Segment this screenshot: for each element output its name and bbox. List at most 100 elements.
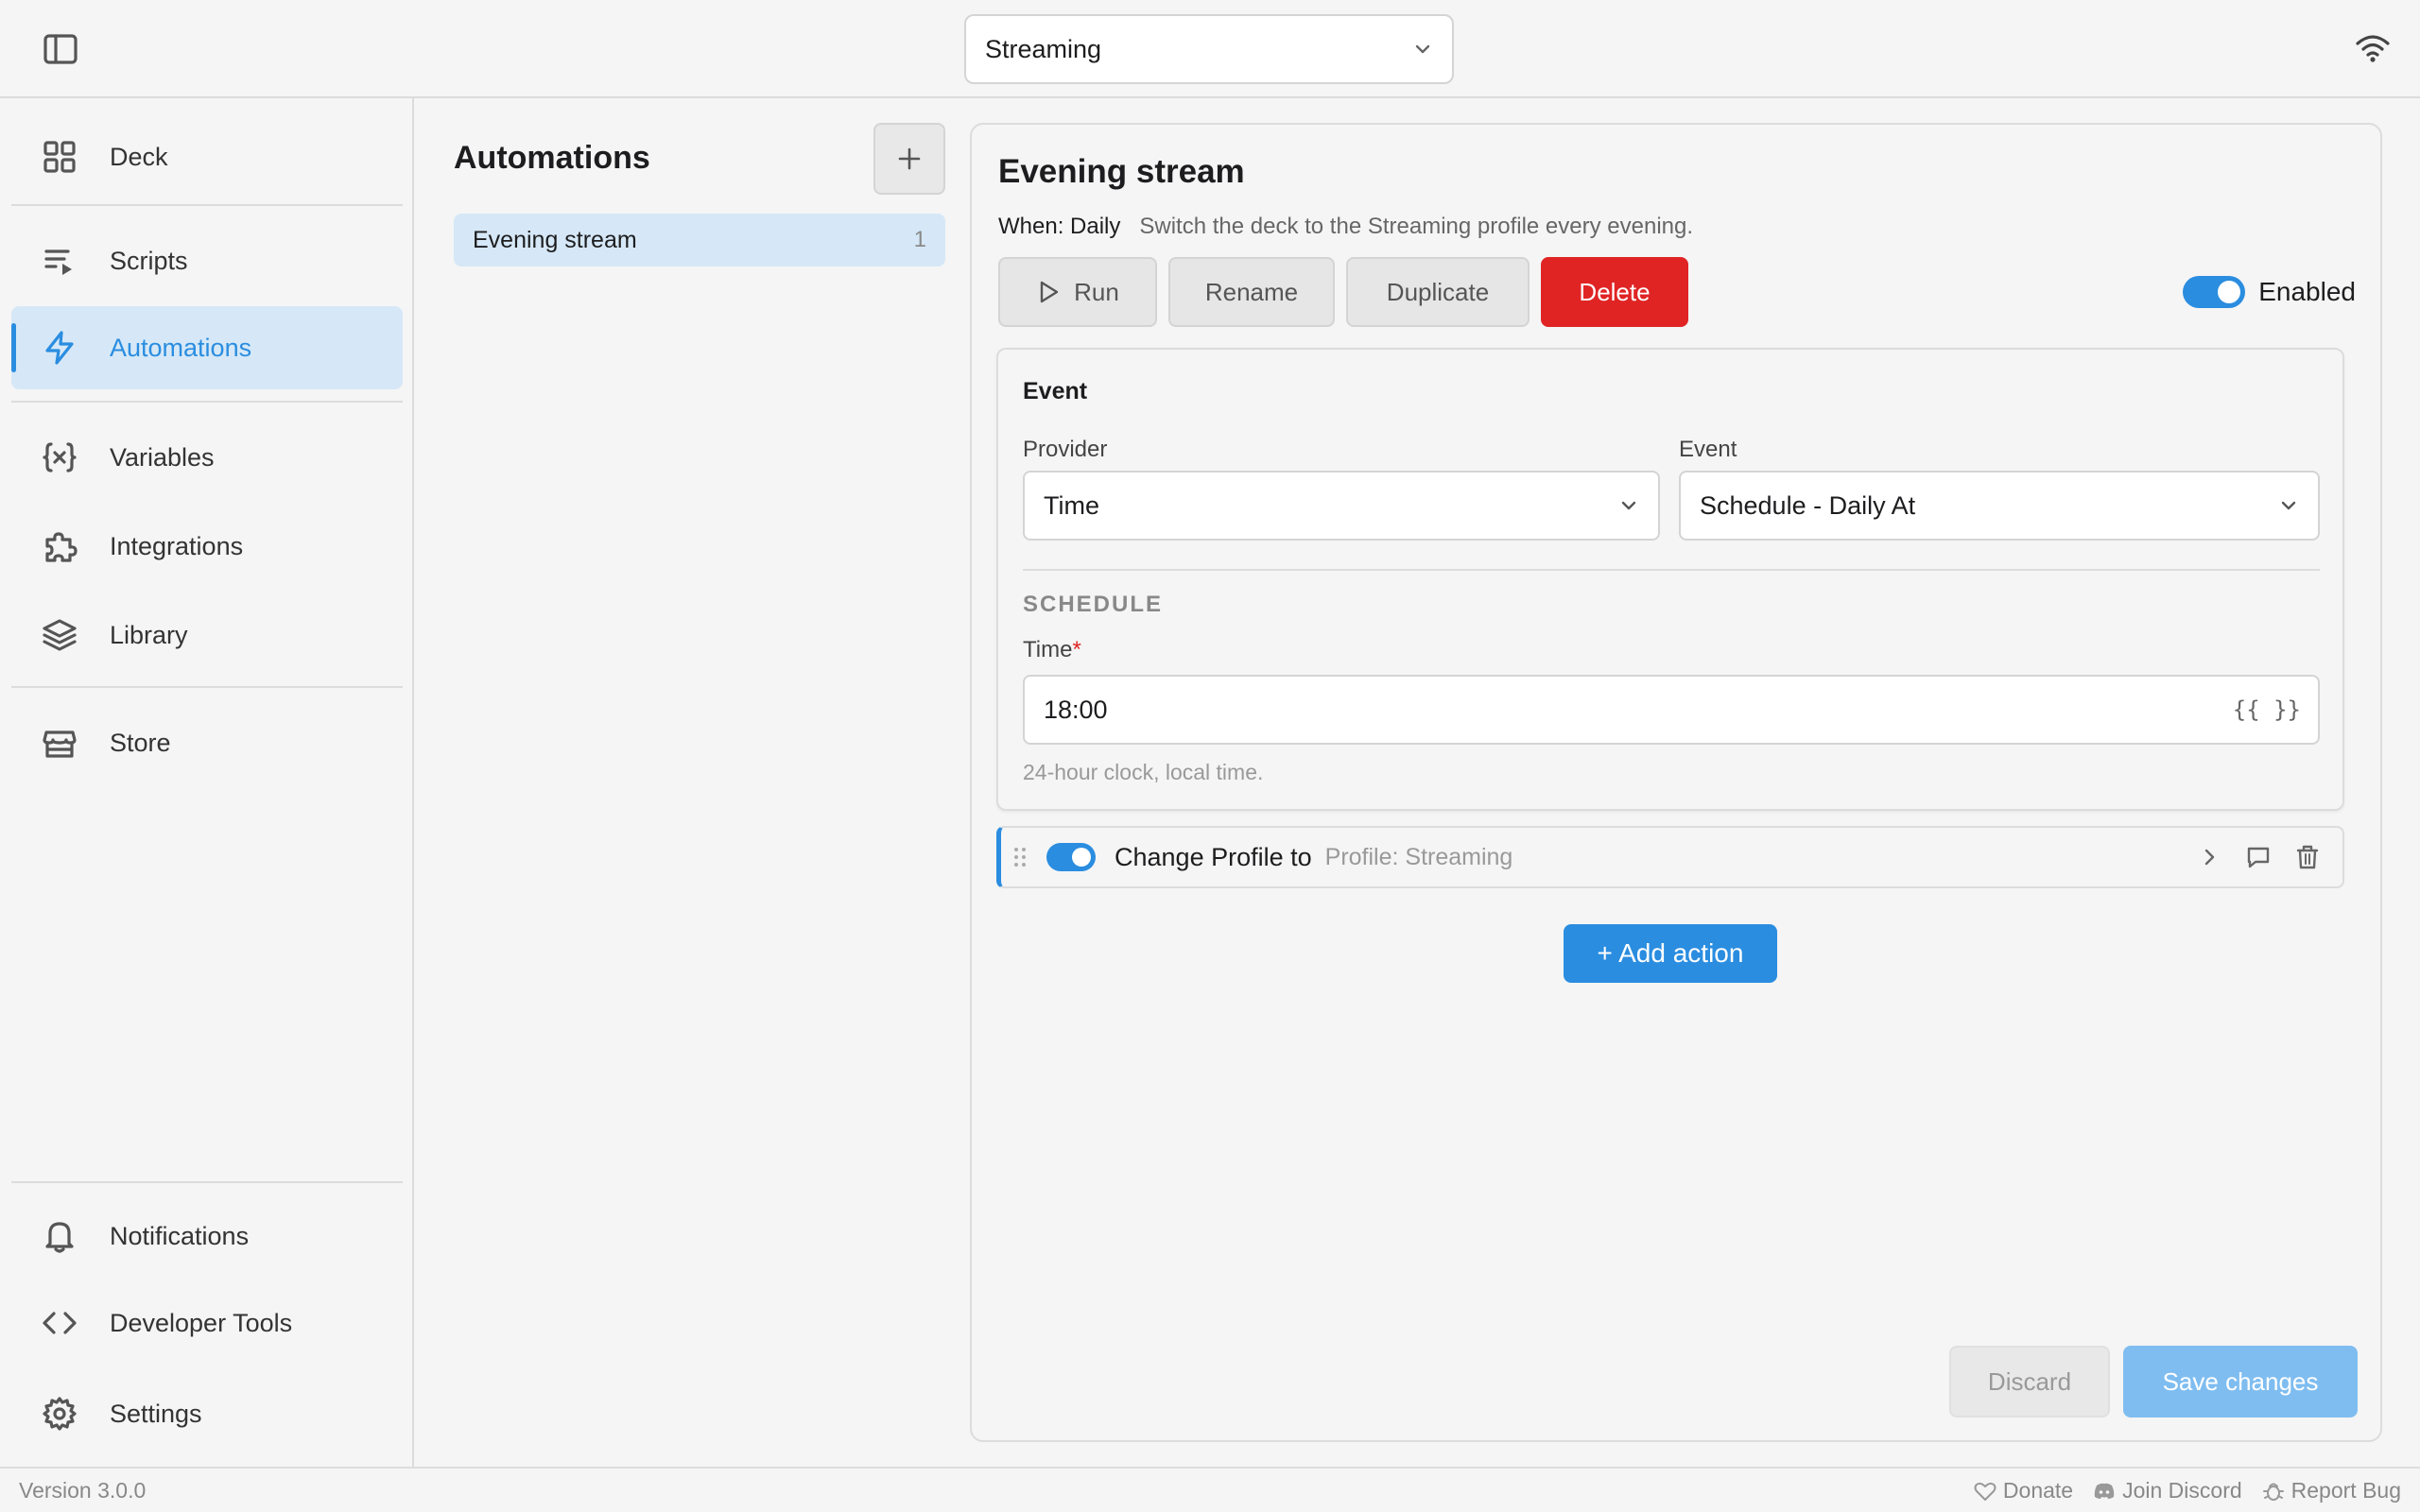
script-list-icon	[42, 243, 78, 279]
chevron-down-icon	[1618, 495, 1639, 516]
donate-link[interactable]: Donate	[1973, 1478, 2073, 1503]
wifi-icon	[2354, 32, 2392, 64]
sidebar-divider	[11, 204, 403, 206]
provider-select[interactable]: Time	[1023, 471, 1660, 541]
sidebar-item-label: Notifications	[110, 1221, 250, 1250]
when-row: When: Daily Switch the deck to the Strea…	[998, 214, 1693, 240]
sidebar-divider	[11, 1181, 403, 1183]
event-card: Event Provider Time Event Schedule - Dai…	[996, 348, 2344, 811]
action-row[interactable]: Change Profile to Profile: Streaming	[996, 826, 2344, 888]
save-changes-button[interactable]: Save changes	[2123, 1346, 2358, 1418]
event-select[interactable]: Schedule - Daily At	[1679, 471, 2320, 541]
sidebar-divider	[11, 686, 403, 688]
when-label: When: Daily	[998, 214, 1121, 239]
action-enabled-switch[interactable]	[1046, 843, 1096, 871]
bell-icon	[42, 1218, 78, 1254]
bug-icon	[2262, 1483, 2284, 1501]
enabled-toggle[interactable]: Enabled	[2183, 276, 2356, 308]
puzzle-icon	[42, 528, 78, 564]
automations-list-panel: Automations Evening stream 1	[416, 98, 964, 1467]
gear-icon	[42, 1396, 78, 1432]
profile-select-value: Streaming	[985, 34, 1102, 63]
discard-button[interactable]: Discard	[1949, 1346, 2110, 1418]
sidebar-item-label: Scripts	[110, 246, 188, 275]
code-icon	[42, 1305, 78, 1341]
layers-icon	[42, 617, 78, 653]
add-action-button[interactable]: + Add action	[1564, 924, 1777, 983]
variable-icon	[42, 439, 78, 475]
sidebar-item-automations[interactable]: Automations	[11, 306, 403, 389]
automation-detail-card: Evening stream When: Daily Switch the de…	[970, 123, 2382, 1442]
chevron-down-icon	[2278, 495, 2299, 516]
footer: Version 3.0.0 Donate Join Discord Report…	[0, 1467, 2420, 1512]
add-automation-button[interactable]	[873, 123, 945, 195]
section-divider	[1023, 569, 2320, 571]
sidebar-item-label: Deck	[110, 142, 168, 171]
time-input[interactable]: 18:00 {{ }}	[1023, 675, 2320, 745]
template-variable-button[interactable]: {{ }}	[2233, 696, 2301, 723]
discord-label: Join Discord	[2122, 1478, 2242, 1503]
sidebar-item-deck[interactable]: Deck	[11, 115, 403, 198]
time-label-text: Time	[1023, 637, 1073, 662]
trash-icon[interactable]	[2293, 843, 2322, 871]
chevron-right-icon[interactable]	[2195, 843, 2223, 871]
sidebar-item-label: Variables	[110, 442, 215, 472]
action-param: Profile: Streaming	[1324, 843, 1513, 870]
version-label: Version 3.0.0	[19, 1478, 147, 1503]
sidebar-item-label: Developer Tools	[110, 1308, 293, 1337]
sidebar-item-notifications[interactable]: Notifications	[11, 1194, 403, 1278]
sidebar-item-label: Integrations	[110, 531, 244, 560]
sidebar-item-scripts[interactable]: Scripts	[11, 219, 403, 302]
enabled-switch[interactable]	[2183, 276, 2246, 308]
plus-icon	[895, 145, 924, 173]
sidebar-item-variables[interactable]: Variables	[11, 416, 403, 499]
sidebar-item-label: Store	[110, 728, 171, 757]
sidebar-item-label: Automations	[110, 333, 252, 362]
event-value: Schedule - Daily At	[1700, 490, 1916, 520]
automation-name: Evening stream	[473, 226, 637, 253]
donate-label: Donate	[2002, 1478, 2074, 1503]
drag-handle-icon[interactable]	[1011, 842, 1029, 872]
event-label: Event	[1679, 437, 1737, 462]
run-button[interactable]: Run	[998, 257, 1157, 327]
sidebar-item-library[interactable]: Library	[11, 593, 403, 677]
sidebar-toggle-icon[interactable]	[42, 30, 79, 68]
sidebar-item-label: Library	[110, 620, 188, 649]
sidebar-item-settings[interactable]: Settings	[11, 1372, 403, 1455]
discord-icon	[2094, 1483, 2115, 1499]
sidebar: Deck Scripts Automations Variables Integ…	[0, 98, 414, 1467]
sidebar-item-store[interactable]: Store	[11, 701, 403, 784]
action-name: Change Profile to	[1115, 842, 1312, 871]
profile-select[interactable]: Streaming	[964, 14, 1454, 84]
time-label: Time*	[1023, 637, 1081, 663]
time-hint: 24-hour clock, local time.	[1023, 760, 1264, 784]
rename-button[interactable]: Rename	[1168, 257, 1335, 327]
schedule-heading: SCHEDULE	[1023, 592, 1164, 617]
play-icon	[1036, 280, 1061, 304]
report-bug-label: Report Bug	[2290, 1478, 2401, 1503]
comment-icon[interactable]	[2244, 843, 2273, 871]
provider-label: Provider	[1023, 437, 1108, 462]
store-icon	[42, 725, 78, 761]
heart-icon	[1974, 1482, 1996, 1501]
chevron-down-icon	[1412, 39, 1433, 60]
lightning-icon	[42, 330, 78, 366]
enabled-label: Enabled	[2258, 277, 2356, 306]
time-value: 18:00	[1044, 695, 1108, 724]
top-bar: Streaming	[0, 0, 2420, 98]
footer-links: Donate Join Discord Report Bug	[1973, 1478, 2401, 1503]
sidebar-item-integrations[interactable]: Integrations	[11, 505, 403, 588]
event-card-title: Event	[1023, 378, 1088, 404]
report-bug-link[interactable]: Report Bug	[2261, 1478, 2401, 1503]
discord-link[interactable]: Join Discord	[2092, 1478, 2242, 1503]
sidebar-item-developer-tools[interactable]: Developer Tools	[11, 1281, 403, 1365]
automation-description: Switch the deck to the Streaming profile…	[1139, 214, 1694, 239]
automation-list-item[interactable]: Evening stream 1	[454, 214, 945, 266]
run-label: Run	[1074, 277, 1119, 306]
grid-icon	[42, 139, 78, 175]
delete-button[interactable]: Delete	[1541, 257, 1688, 327]
duplicate-button[interactable]: Duplicate	[1346, 257, 1530, 327]
automation-action-count: 1	[913, 227, 926, 252]
sidebar-item-label: Settings	[110, 1399, 202, 1428]
automations-title: Automations	[454, 140, 650, 176]
